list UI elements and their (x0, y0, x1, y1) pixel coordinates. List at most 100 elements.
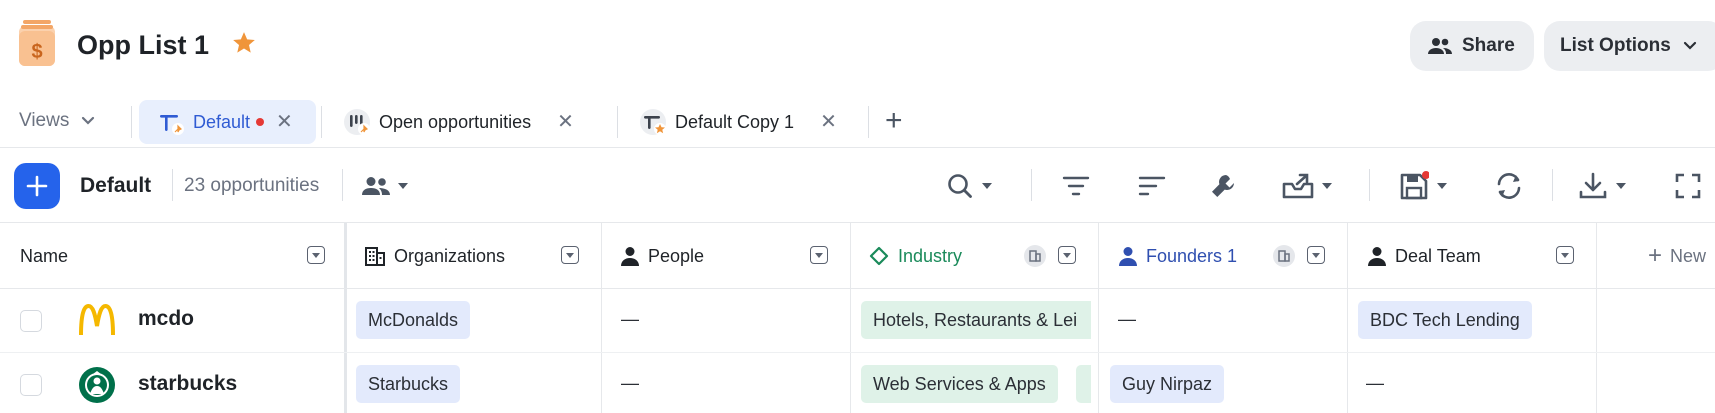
search-dropdown[interactable] (946, 171, 992, 201)
founder-chip[interactable]: Guy Nirpaz (1110, 365, 1225, 403)
tab-label: Open opportunities (379, 111, 532, 132)
table-row[interactable]: starbucks Starbucks — Web Services & App… (0, 354, 1715, 413)
column-header-founders[interactable]: Founders 1 (1119, 223, 1237, 289)
divider (342, 169, 343, 201)
empty-value: — (621, 309, 639, 329)
starbucks-logo (79, 367, 115, 403)
caret-down-icon (1437, 183, 1447, 189)
linked-org-badge (1273, 245, 1295, 267)
divider (1552, 169, 1553, 201)
divider (321, 106, 322, 138)
row-checkbox[interactable] (20, 310, 42, 332)
svg-text:$: $ (31, 41, 42, 63)
industry-chip-overflow[interactable] (1076, 365, 1091, 403)
industry-chip[interactable]: Web Services & Apps (861, 365, 1058, 403)
close-icon[interactable]: ✕ (276, 112, 293, 132)
column-menu-button[interactable] (1307, 246, 1325, 264)
opportunities-table: Name Organizations People Industry Found… (0, 223, 1715, 413)
download-dropdown[interactable] (1578, 171, 1626, 201)
column-menu-button[interactable] (1058, 246, 1076, 264)
tab-label: Default Copy 1 (675, 111, 795, 132)
star-icon[interactable] (231, 30, 257, 56)
current-view-name: Default (80, 174, 152, 197)
tools-button[interactable] (1209, 171, 1237, 201)
tab-default-copy-1[interactable]: Default Copy 1 ✕ (639, 100, 849, 144)
column-menu-button[interactable] (561, 246, 579, 264)
save-view-dropdown[interactable] (1399, 171, 1447, 201)
column-header-industry[interactable]: Industry (869, 223, 962, 289)
fullscreen-button[interactable] (1674, 171, 1702, 201)
caret-down-icon (982, 183, 992, 189)
empty-value: — (1366, 373, 1384, 393)
deal-team-chip[interactable]: BDC Tech Lending (1358, 301, 1532, 339)
table-view-pinned-icon (157, 108, 185, 136)
divider (1369, 169, 1370, 201)
people-icon (1428, 38, 1452, 54)
building-icon (1278, 250, 1290, 262)
share-label: Share (1462, 35, 1515, 56)
expand-icon (1675, 173, 1701, 199)
kanban-view-pinned-icon (343, 108, 371, 136)
caret-down-icon (398, 183, 408, 189)
column-label: Organizations (394, 245, 506, 266)
tab-default[interactable]: Default ✕ (139, 100, 316, 144)
divider (617, 106, 618, 138)
table-view-starred-icon (639, 108, 667, 136)
organization-chip[interactable]: Starbucks (356, 365, 461, 403)
person-icon (1368, 246, 1386, 266)
divider (1031, 169, 1032, 201)
column-label: Name (20, 245, 69, 266)
building-icon (365, 246, 385, 266)
record-count: 23 opportunities (184, 175, 320, 196)
industry-chip[interactable]: Hotels, Restaurants & Lei (861, 301, 1091, 339)
add-opportunity-button[interactable] (14, 163, 60, 209)
building-icon (1029, 250, 1041, 262)
chevron-down-icon (82, 116, 95, 125)
filter-button[interactable] (1062, 171, 1090, 201)
views-dropdown[interactable]: Views (19, 110, 95, 132)
caret-down-icon (1616, 183, 1626, 189)
caret-down-icon (566, 252, 574, 258)
tab-open-opportunities[interactable]: Open opportunities ✕ (343, 100, 598, 144)
refresh-button[interactable] (1494, 171, 1524, 201)
opportunity-name[interactable]: mcdo (138, 307, 194, 331)
column-label: Industry (898, 245, 963, 266)
close-icon[interactable]: ✕ (820, 112, 837, 132)
page-title: Opp List 1 (77, 30, 210, 60)
chevron-down-icon (1683, 41, 1696, 50)
caret-down-icon (1322, 183, 1332, 189)
empty-value: — (1118, 309, 1136, 329)
add-view-button[interactable]: + (885, 106, 903, 136)
list-options-button[interactable]: List Options (1544, 21, 1715, 71)
sort-icon (1138, 176, 1166, 196)
close-icon[interactable]: ✕ (557, 112, 574, 132)
table-row[interactable]: mcdo McDonalds — Hotels, Restaurants & L… (0, 289, 1715, 353)
row-checkbox[interactable] (20, 374, 42, 396)
table-header-row: Name Organizations People Industry Found… (0, 223, 1715, 289)
caret-down-icon (1561, 252, 1569, 258)
list-toolbar: Default 23 opportunities (0, 149, 1715, 223)
inbox-upload-icon (1282, 173, 1314, 199)
list-options-label: List Options (1560, 35, 1671, 56)
column-menu-button[interactable] (307, 246, 325, 264)
column-menu-button[interactable] (810, 246, 828, 264)
plus-icon (26, 175, 48, 197)
add-column-button[interactable]: + New (1648, 223, 1706, 289)
divider (868, 106, 869, 138)
export-dropdown[interactable] (1282, 171, 1332, 201)
caret-down-icon (1063, 252, 1071, 258)
opportunity-name[interactable]: starbucks (138, 372, 237, 396)
refresh-icon (1497, 173, 1521, 199)
column-label: Deal Team (1395, 245, 1481, 266)
column-header-name[interactable]: Name (20, 223, 68, 289)
sort-button[interactable] (1138, 171, 1166, 201)
diamond-icon (869, 246, 889, 266)
column-header-people[interactable]: People (621, 223, 704, 289)
owner-filter-dropdown[interactable] (362, 171, 408, 201)
column-header-organizations[interactable]: Organizations (365, 223, 505, 289)
share-button[interactable]: Share (1410, 21, 1534, 71)
column-menu-button[interactable] (1556, 246, 1574, 264)
organization-chip[interactable]: McDonalds (356, 301, 471, 339)
caret-down-icon (815, 252, 823, 258)
column-header-deal-team[interactable]: Deal Team (1368, 223, 1481, 289)
